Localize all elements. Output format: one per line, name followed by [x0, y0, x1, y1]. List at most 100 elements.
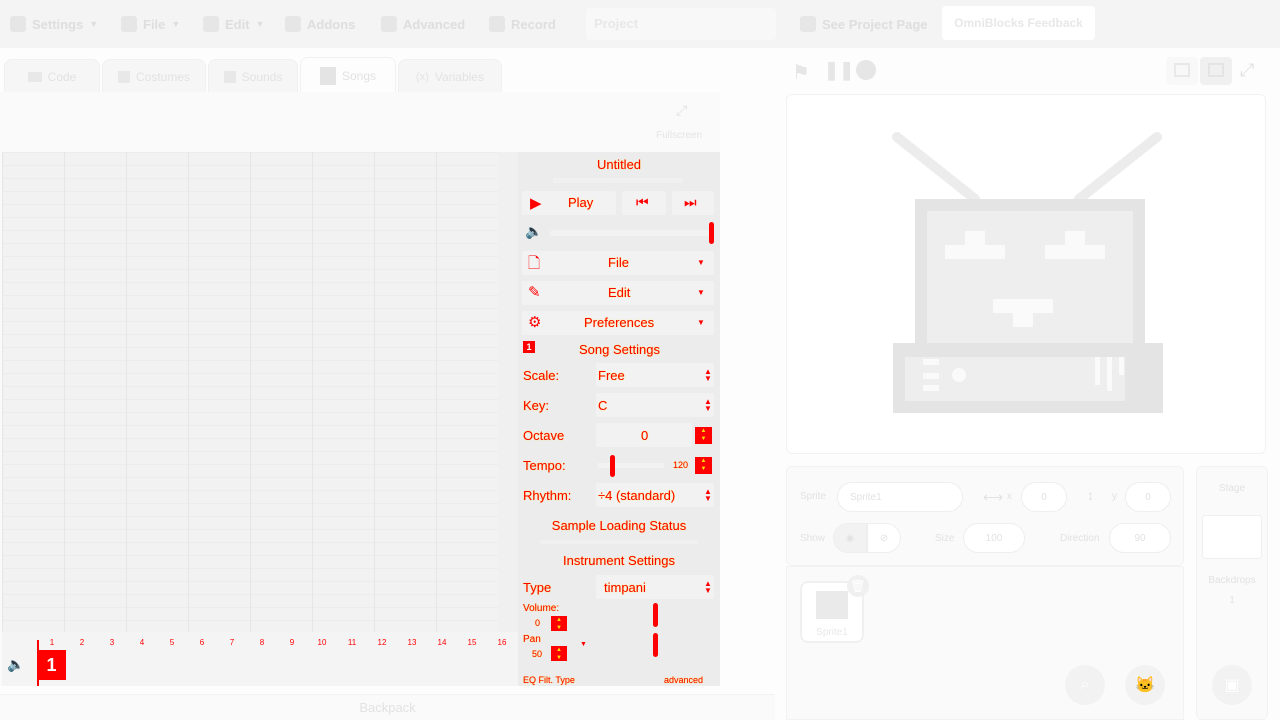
piano-roll-grid[interactable]: [2, 152, 498, 632]
file-dropdown-label: File: [608, 255, 629, 270]
instrument-settings-heading: Instrument Settings: [563, 553, 675, 568]
y-label: y: [1112, 491, 1117, 502]
addons-menu[interactable]: Addons: [285, 0, 355, 48]
feedback-button[interactable]: OmniBlocks Feedback: [942, 6, 1095, 40]
tab-songs[interactable]: Songs: [300, 57, 396, 93]
show-visible-button[interactable]: ◉: [833, 523, 867, 553]
skip-end-icon: ⏭: [684, 194, 697, 210]
gear-icon: [10, 16, 26, 32]
updown-icon: ▲ ▼: [704, 487, 712, 503]
tempo-slider[interactable]: [598, 463, 664, 468]
pan-stepper[interactable]: ▲ ▼: [551, 646, 567, 661]
addons-menu-label: Addons: [307, 16, 356, 32]
instrument-type-value: timpani: [604, 580, 646, 595]
title-divider: [553, 178, 683, 183]
tempo-stepper[interactable]: ▲ ▼: [695, 457, 712, 474]
tempo-slider-thumb[interactable]: [610, 455, 615, 477]
choose-backdrop-button[interactable]: ▣: [1212, 665, 1252, 705]
fullscreen-label: Fullscreen: [656, 130, 703, 141]
size-input[interactable]: 100: [963, 523, 1025, 553]
stop-icon[interactable]: [856, 60, 876, 80]
sprite-thumbnail: [816, 591, 848, 619]
file-menu[interactable]: File ▼: [121, 0, 180, 48]
pause-icon[interactable]: ❚❚: [824, 60, 854, 82]
advanced-menu[interactable]: Advanced: [381, 0, 465, 48]
variables-icon: (x): [416, 70, 429, 83]
rhythm-select[interactable]: ÷4 (standard) ▲ ▼: [596, 483, 714, 507]
timeline-number: 2: [79, 638, 85, 647]
octave-stepper[interactable]: ▲ ▼: [695, 427, 712, 444]
instrument-type-select[interactable]: timpani ▲ ▼: [596, 575, 714, 599]
timeline-number: 6: [199, 638, 205, 647]
play-button[interactable]: ▶ Play: [522, 191, 616, 215]
instrument-volume-stepper[interactable]: ▲ ▼: [551, 616, 567, 631]
backpack-bar[interactable]: Backpack: [0, 694, 775, 720]
tempo-value: 120: [673, 460, 689, 470]
brush-icon: [117, 70, 130, 83]
song-title[interactable]: Untitled: [518, 157, 720, 172]
chevron-down-icon[interactable]: ▼: [580, 641, 587, 648]
sprite-info-panel: Sprite Sprite1 ⟷ x 0 ↕ y 0 Show ◉ ⊘ Size…: [786, 466, 1184, 566]
song-settings-heading: Song Settings: [579, 342, 660, 357]
file-dropdown[interactable]: 🗋 File ▼: [522, 251, 714, 275]
direction-input[interactable]: 90: [1109, 523, 1171, 553]
sprite-name-input[interactable]: Sprite1: [837, 482, 963, 512]
scale-select[interactable]: Free ▲ ▼: [596, 363, 714, 387]
tab-costumes[interactable]: Costumes: [102, 59, 206, 93]
advanced-link[interactable]: advanced: [664, 675, 703, 685]
file-menu-label: File: [143, 16, 166, 32]
key-select[interactable]: C ▲ ▼: [596, 393, 714, 417]
stage-selector[interactable]: Stage Backdrops 1 ▣: [1196, 466, 1268, 720]
page-number-badge[interactable]: 1: [37, 650, 66, 680]
octave-field[interactable]: 0: [596, 423, 692, 447]
delete-sprite-icon[interactable]: 🗑: [847, 575, 869, 597]
pencil-icon: ✎: [528, 284, 541, 301]
search-sprite-button[interactable]: ⌕: [1065, 665, 1105, 705]
timeline-number: 7: [229, 638, 235, 647]
fullscreen-icon[interactable]: ⤢: [676, 102, 692, 118]
record-menu-label: Record: [511, 16, 556, 32]
rewind-button[interactable]: ⏮: [622, 191, 666, 215]
green-flag-icon[interactable]: ⚑: [792, 60, 812, 84]
grid-scrollbar[interactable]: [498, 152, 518, 632]
tab-variables[interactable]: (x) Variables: [398, 59, 502, 93]
volume-slider[interactable]: [550, 230, 712, 236]
large-stage-button[interactable]: [1200, 57, 1232, 85]
edit-dropdown[interactable]: ✎ Edit ▼: [522, 281, 714, 305]
skip-end-button[interactable]: ⏭: [672, 191, 714, 215]
settings-menu-label: Settings: [32, 16, 84, 32]
stage-canvas[interactable]: [786, 94, 1266, 454]
settings-menu[interactable]: Settings ▼: [10, 0, 98, 48]
fullscreen-stage-icon[interactable]: ⤢: [1240, 60, 1262, 82]
edit-menu[interactable]: Edit ▼: [203, 0, 264, 48]
preferences-dropdown[interactable]: ⚙ Preferences ▼: [522, 311, 714, 335]
show-hidden-button[interactable]: ⊘: [867, 523, 901, 553]
pencil-icon: [203, 16, 219, 32]
tab-songs-label: Songs: [341, 68, 377, 83]
backdrop-icon: ▣: [1224, 677, 1240, 694]
instrument-volume-thumb[interactable]: [653, 603, 658, 627]
tab-sounds[interactable]: Sounds: [208, 59, 298, 93]
sprite-label: Sprite: [800, 491, 827, 502]
choose-sprite-button[interactable]: 🐱: [1125, 665, 1165, 705]
x-label: x: [1007, 491, 1012, 502]
y-input[interactable]: 0: [1125, 482, 1171, 512]
code-icon: [27, 71, 42, 82]
volume-slider-thumb[interactable]: [709, 222, 714, 244]
menu-bar: Settings ▼ File ▼ Edit ▼ Addons Advanced…: [0, 0, 1280, 48]
x-input[interactable]: 0: [1021, 482, 1067, 512]
tab-code-label: Code: [47, 69, 77, 84]
record-menu[interactable]: Record: [489, 0, 556, 48]
search-icon: ⌕: [1080, 676, 1090, 693]
pan-slider-thumb[interactable]: [653, 633, 658, 657]
small-stage-button[interactable]: [1166, 57, 1198, 85]
stage-thumbnail[interactable]: [1202, 515, 1262, 559]
volume-icon: 🔈: [525, 223, 543, 239]
project-title-input[interactable]: Project: [586, 8, 776, 40]
timeline-number: 14: [437, 638, 447, 647]
chevron-down-icon: ▼: [697, 318, 705, 327]
speaker-icon[interactable]: 🔈: [7, 656, 24, 673]
chevron-down-icon: ▼: [697, 288, 705, 297]
see-project-page-link[interactable]: See Project Page: [800, 0, 928, 48]
tab-code[interactable]: Code: [4, 59, 100, 93]
